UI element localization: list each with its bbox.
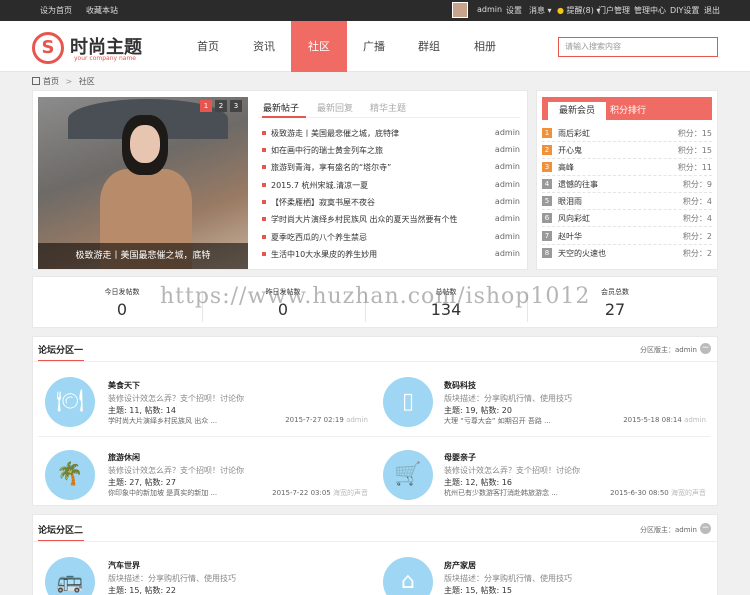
forum-name[interactable]: 数码科技 <box>444 380 476 391</box>
bookmark-link[interactable]: 收藏本站 <box>86 5 118 16</box>
forum-name[interactable]: 母婴亲子 <box>444 452 476 463</box>
list-item[interactable]: 极致游走丨美国最悲催之城，底特律 admin <box>262 128 520 139</box>
forum-last-post[interactable]: 杭州已有少数游客打消赴韩旅游念 ... <box>444 488 558 498</box>
forum-counts: 主题: 15, 帖数: 22 <box>108 586 176 595</box>
home-icon[interactable] <box>32 77 40 85</box>
forum-name[interactable]: 房产家居 <box>444 560 476 571</box>
logo-icon[interactable]: S <box>32 32 64 64</box>
forum-last-date: 2015-6-30 08:50 海宽的声音 <box>610 489 706 497</box>
forum-desc: 装修设计效怎么弄？支个招呗！讨论你 <box>108 394 244 403</box>
forum-last-post[interactable]: 学时尚大片演绎乡村民族风 出众 ... <box>108 416 217 426</box>
slider-caption[interactable]: 极致游走丨美国最悲催之城，底特 <box>38 243 248 269</box>
featured-slider[interactable]: 极致游走丨美国最悲催之城，底特 <box>38 97 248 269</box>
forum-desc: 版块描述：分享购机行情、使用技巧 <box>444 394 572 403</box>
forum-last-date: 2015-5-18 08:14 admin <box>623 416 706 424</box>
forum-desc: 装修设计效怎么弄？支个招呗！讨论你 <box>444 466 580 475</box>
nav-news[interactable]: 资讯 <box>239 21 289 72</box>
section-moderator[interactable]: 分区版主：admin <box>640 345 697 355</box>
forum-counts: 主题: 12, 帖数: 16 <box>444 478 512 487</box>
active-tab-indicator <box>262 116 306 118</box>
list-item[interactable]: 如在画中行的瑞士黄金列车之旅 admin <box>262 145 520 156</box>
list-item[interactable]: 学时尚大片演绎乡村民族风 出众的夏天当然要有个性 admin <box>262 214 520 225</box>
forum-counts: 主题: 27, 帖数: 27 <box>108 478 176 487</box>
forum-desc: 版块描述：分享购机行情、使用技巧 <box>444 574 572 583</box>
breadcrumb-current: 社区 <box>78 77 95 86</box>
tab-latest-replies[interactable]: 最新回复 <box>317 101 353 114</box>
section-title[interactable]: 论坛分区二 <box>38 523 83 536</box>
forum-last-post[interactable]: 你印象中的新加坡 是真实的新加 ... <box>108 488 217 498</box>
list-item[interactable]: 旅游到青海，享有盛名的“塔尔寺” admin <box>262 162 520 173</box>
forum-name[interactable]: 美食天下 <box>108 380 140 391</box>
breadcrumb: 首页 > 社区 <box>32 76 95 87</box>
section-title[interactable]: 论坛分区一 <box>38 343 83 356</box>
forum-counts: 主题: 15, 帖数: 15 <box>444 586 512 595</box>
list-item[interactable]: 生活中10大水果皮的养生妙用 admin <box>262 249 520 260</box>
messages-link[interactable]: 消息 ▾ <box>529 5 552 16</box>
tab-points-ranking[interactable]: 积分排行 <box>610 102 646 120</box>
ranking-row[interactable]: 4 遗憾的往事 积分：9 <box>542 176 712 193</box>
nav-album[interactable]: 相册 <box>460 21 510 72</box>
diy-link[interactable]: DIY设置 <box>670 5 699 16</box>
user-link[interactable]: admin <box>477 5 502 14</box>
forum-last-post[interactable]: 大理 “亏尊大会” 如期召开 吾路 ... <box>444 416 551 426</box>
reminders-link[interactable]: ● 提醒(8) ▾ <box>557 5 600 16</box>
ranking-row[interactable]: 2 开心鬼 积分：15 <box>542 142 712 159</box>
forum-desc: 版块描述：分享购机行情、使用技巧 <box>108 574 236 583</box>
search-input[interactable]: 请输入搜索内容 <box>558 37 718 57</box>
portal-link[interactable]: 门户管理 <box>598 5 630 16</box>
dining-icon[interactable]: 🍽 <box>45 377 95 427</box>
stroller-icon[interactable]: 🛒 <box>383 450 433 500</box>
ranking-row[interactable]: 6 风向彩虹 积分：4 <box>542 210 712 227</box>
watermark: https://www.huzhan.com/ishop1012 <box>160 284 591 309</box>
site-header: S 时尚主题 your company name 首页 资讯 社区 广播 群组 … <box>0 21 750 72</box>
set-home-link[interactable]: 设为首页 <box>40 5 72 16</box>
top-bar: 设为首页 收藏本站 admin 设置 消息 ▾ ● 提醒(8) ▾ 门户管理 管… <box>0 0 750 21</box>
breadcrumb-home[interactable]: 首页 <box>43 77 59 86</box>
nav-home[interactable]: 首页 <box>183 21 233 72</box>
forum-counts: 主题: 11, 帖数: 14 <box>108 406 176 415</box>
section-moderator[interactable]: 分区版主：admin <box>640 525 697 535</box>
ranking-row[interactable]: 5 眼泪雨 积分：4 <box>542 193 712 210</box>
nav-community[interactable]: 社区 <box>291 21 347 72</box>
forum-counts: 主题: 19, 帖数: 20 <box>444 406 512 415</box>
logo-subtitle: your company name <box>74 55 136 62</box>
forum-name[interactable]: 汽车世界 <box>108 560 140 571</box>
admin-center-link[interactable]: 管理中心 <box>634 5 666 16</box>
forum-desc: 装修设计效怎么弄？支个招呗！讨论你 <box>108 466 244 475</box>
forum-last-date: 2015-7-27 02:19 admin <box>285 416 368 424</box>
tab-latest-posts[interactable]: 最新帖子 <box>263 101 299 114</box>
collapse-icon[interactable]: − <box>700 523 711 534</box>
palm-tree-icon[interactable]: 🌴 <box>45 450 95 500</box>
nav-groups[interactable]: 群组 <box>404 21 454 72</box>
bulb-icon: ● <box>557 6 564 15</box>
settings-link[interactable]: 设置 <box>506 5 522 16</box>
list-item[interactable]: 夏季吃西瓜的八个养生禁忌 admin <box>262 232 520 243</box>
slider-page-3[interactable]: 3 <box>230 100 242 112</box>
slider-page-1[interactable]: 1 <box>200 100 212 112</box>
nav-broadcast[interactable]: 广播 <box>349 21 399 72</box>
ranking-row[interactable]: 3 高峰 积分：11 <box>542 159 712 176</box>
tab-new-members[interactable]: 最新会员 <box>548 102 606 120</box>
ranking-tabs: 最新会员 积分排行 <box>542 97 712 120</box>
slider-page-2[interactable]: 2 <box>215 100 227 112</box>
tab-featured[interactable]: 精华主题 <box>370 101 406 114</box>
collapse-icon[interactable]: − <box>700 343 711 354</box>
phone-icon[interactable]: ▯ <box>383 377 433 427</box>
logout-link[interactable]: 退出 <box>704 5 720 16</box>
forum-name[interactable]: 旅游休闲 <box>108 452 140 463</box>
list-item[interactable]: 【怀柔雁栖】寂寞书屋不夜谷 admin <box>262 197 520 208</box>
face-shape <box>130 125 160 163</box>
ranking-row[interactable]: 8 天空的火速也 积分：2 <box>542 245 712 262</box>
forum-last-date: 2015-7-22 03:05 海宽的声音 <box>272 489 368 497</box>
ranking-row[interactable]: 1 雨后彩虹 积分：15 <box>542 125 712 142</box>
avatar[interactable] <box>452 2 468 18</box>
list-item[interactable]: 2015.7 杭州宋城.清凉一夏 admin <box>262 180 520 191</box>
ranking-row[interactable]: 7 赵叶华 积分：2 <box>542 228 712 245</box>
